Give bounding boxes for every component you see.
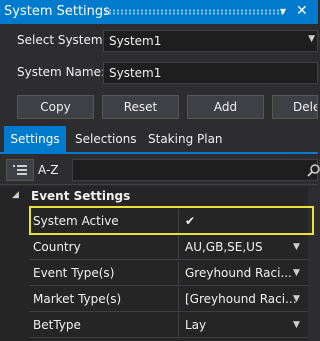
property-value[interactable]: [Greyhound Raci... <box>179 287 308 312</box>
chevron-down-icon[interactable]: ▼ <box>293 268 300 278</box>
collapse-icon[interactable]: ◢ <box>12 190 19 200</box>
chevron-down-icon[interactable]: ▼ <box>293 294 300 304</box>
row-gutter <box>0 313 29 339</box>
pin-icon[interactable]: ▾ <box>280 4 286 18</box>
delete-button[interactable]: Dele <box>272 95 318 119</box>
chevron-down-icon[interactable]: ▼ <box>293 320 300 330</box>
select-system-value: System1 <box>109 34 162 48</box>
add-button[interactable]: Add <box>187 95 264 119</box>
property-search-input[interactable] <box>72 159 320 181</box>
property-grid: ◢ Event Settings System Active ✔ Country… <box>0 186 318 341</box>
row-gutter <box>0 209 29 235</box>
row-gutter <box>0 287 29 313</box>
chevron-down-icon[interactable]: ▼ <box>308 34 315 44</box>
system-name-label: System Name: <box>17 65 106 79</box>
property-name: Market Type(s) <box>29 287 179 312</box>
drag-grip[interactable] <box>104 9 284 15</box>
window-titlebar[interactable]: System Settings ▾ ✕ <box>0 0 318 24</box>
property-value[interactable]: Greyhound Raci... <box>179 261 308 286</box>
tab-staking-plan[interactable]: Staking Plan <box>148 126 228 152</box>
row-gutter <box>0 261 29 287</box>
property-row-country[interactable]: Country AU,GB,SE,US ▼ <box>0 235 318 261</box>
select-system-dropdown[interactable]: System1 ▼ <box>103 30 318 52</box>
tab-strip: Settings Selections Staking Plan <box>0 126 318 154</box>
property-row-market-types[interactable]: Market Type(s) [Greyhound Raci... ▼ <box>0 287 318 313</box>
property-name: Country <box>29 235 179 260</box>
sort-alpha-button[interactable]: A-Z <box>38 159 68 181</box>
categorized-view-button[interactable] <box>6 159 34 181</box>
property-name: BetType <box>29 313 179 338</box>
system-name-input[interactable]: System1 <box>103 62 318 84</box>
tab-settings[interactable]: Settings <box>4 126 66 152</box>
window-title: System Settings <box>4 4 110 19</box>
property-row-bettype[interactable]: BetType Lay ▼ <box>0 313 318 339</box>
category-header[interactable]: ◢ Event Settings <box>0 186 318 208</box>
copy-button[interactable]: Copy <box>17 95 94 119</box>
selection-highlight <box>29 206 314 235</box>
property-row-event-types[interactable]: Event Type(s) Greyhound Raci... ▼ <box>0 261 318 287</box>
property-grid-toolbar: A-Z <box>0 156 320 185</box>
reset-button[interactable]: Reset <box>102 95 179 119</box>
system-name-value: System1 <box>109 66 162 80</box>
property-name: Event Type(s) <box>29 261 179 286</box>
search-icon[interactable] <box>307 163 320 177</box>
select-system-label: Select System: <box>17 33 107 47</box>
categorized-icon <box>13 165 27 175</box>
tab-selections[interactable]: Selections <box>75 126 137 152</box>
close-icon[interactable]: ✕ <box>296 3 308 19</box>
row-gutter <box>0 235 29 261</box>
property-value[interactable]: AU,GB,SE,US <box>179 235 308 260</box>
property-value[interactable]: Lay <box>179 313 308 338</box>
chevron-down-icon[interactable]: ▼ <box>293 242 300 252</box>
category-name: Event Settings <box>31 189 131 203</box>
